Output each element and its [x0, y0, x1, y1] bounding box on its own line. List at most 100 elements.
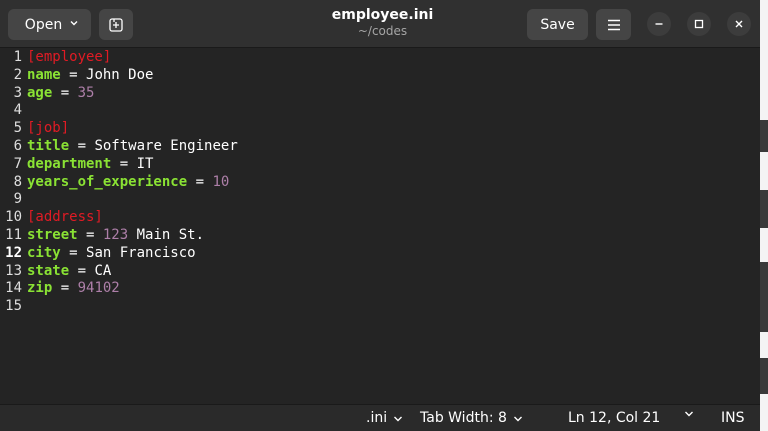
- new-tab-button[interactable]: [99, 9, 133, 40]
- line-text: street = 123 Main St.: [27, 227, 204, 245]
- maximize-button[interactable]: [687, 12, 711, 36]
- chevron-down-icon: [513, 416, 522, 421]
- line-number: 12: [5, 244, 22, 261]
- insert-mode-indicator[interactable]: INS: [721, 410, 745, 427]
- ini-key: city: [27, 244, 61, 261]
- line-number: 14: [5, 280, 22, 297]
- line-text: [employee]: [27, 49, 111, 67]
- ini-operator: =: [111, 155, 137, 172]
- cursor-position[interactable]: Ln 12, Col 21: [568, 410, 660, 427]
- open-button[interactable]: Open: [8, 9, 91, 40]
- code-line[interactable]: 10 [address]: [0, 209, 760, 227]
- line-text: department = IT: [27, 156, 153, 174]
- language-selector[interactable]: .ini: [366, 410, 403, 427]
- line-text: [address]: [27, 209, 103, 227]
- line-text: age = 35: [27, 85, 94, 103]
- line-text: city = San Francisco: [27, 245, 196, 263]
- line-number: 10: [5, 209, 22, 226]
- minimize-icon: [655, 23, 663, 25]
- code-line[interactable]: 6 title = Software Engineer: [0, 138, 760, 156]
- save-button[interactable]: Save: [527, 9, 588, 40]
- code-line[interactable]: 7 department = IT: [0, 156, 760, 174]
- ini-operator: =: [60, 66, 87, 83]
- line-number: 15: [5, 298, 22, 315]
- text-editor-window: Open employee.ini ~/codes Save 1 [employ…: [0, 0, 760, 431]
- ini-section: [employee]: [27, 49, 112, 65]
- language-label: .ini: [366, 410, 388, 426]
- chevron-down-icon: [685, 411, 693, 417]
- background-strip: [760, 190, 768, 228]
- line-text: [job]: [27, 120, 69, 138]
- line-number: 5: [13, 120, 22, 137]
- background-strip: [760, 358, 768, 394]
- window-subtitle: ~/codes: [357, 24, 408, 38]
- ini-value: IT: [136, 155, 154, 172]
- ini-operator: =: [69, 262, 95, 279]
- ini-value: Main St.: [128, 226, 205, 243]
- hamburger-menu-icon: [607, 19, 620, 30]
- ini-operator: =: [52, 280, 78, 297]
- ini-operator: =: [60, 244, 87, 261]
- line-number: 1: [13, 49, 22, 65]
- ini-number: 10: [212, 173, 230, 190]
- code-line[interactable]: 14 zip = 94102: [0, 280, 760, 298]
- menu-button[interactable]: [596, 9, 631, 40]
- line-number: 11: [5, 226, 22, 243]
- line-number: 6: [13, 137, 22, 154]
- ini-operator: =: [187, 173, 213, 190]
- background-strip: [760, 262, 768, 332]
- ini-section: [job]: [27, 120, 70, 137]
- ini-number: 94102: [77, 280, 120, 297]
- title-area: employee.ini ~/codes: [260, 7, 505, 39]
- line-number: 13: [5, 262, 22, 279]
- code-line[interactable]: 5 [job]: [0, 120, 760, 138]
- tab-width-selector[interactable]: Tab Width: 8: [420, 410, 523, 427]
- close-button[interactable]: [727, 12, 751, 36]
- line-text: title = Software Engineer: [27, 138, 238, 156]
- code-line[interactable]: 13 state = CA: [0, 263, 760, 281]
- code-line[interactable]: 1 [employee]: [0, 49, 760, 67]
- ini-value: John Doe: [86, 66, 154, 83]
- chevron-down-icon: [70, 21, 78, 26]
- line-text: state = CA: [27, 263, 111, 281]
- ini-key: street: [27, 226, 78, 243]
- window-title: employee.ini: [331, 7, 434, 23]
- code-line[interactable]: 15: [0, 298, 760, 316]
- code-line[interactable]: 3 age = 35: [0, 85, 760, 103]
- text-area[interactable]: 1 [employee] 2 name = John Doe 3 age = 35 4 5 [j…: [0, 49, 760, 316]
- line-text: zip = 94102: [27, 280, 120, 298]
- line-number: 7: [13, 155, 22, 172]
- code-line[interactable]: 11 street = 123 Main St.: [0, 227, 760, 245]
- line-number: 3: [13, 84, 22, 101]
- ini-operator: =: [77, 226, 103, 243]
- line-number: 2: [13, 66, 22, 83]
- minimize-button[interactable]: [647, 12, 671, 36]
- code-line[interactable]: 9: [0, 191, 760, 209]
- chevron-down-icon: [394, 416, 403, 421]
- ini-number: 35: [77, 84, 95, 101]
- new-tab-icon: [109, 17, 123, 32]
- close-icon: [735, 20, 743, 28]
- code-line[interactable]: 2 name = John Doe: [0, 67, 760, 85]
- ini-operator: =: [69, 137, 95, 154]
- tab-width-label: Tab Width: 8: [420, 410, 507, 426]
- line-text: name = John Doe: [27, 67, 153, 85]
- status-bar: .ini Tab Width: 8 Ln 12, Col 21 INS: [0, 404, 760, 431]
- background-strip: [760, 120, 768, 152]
- ini-key: zip: [27, 280, 53, 297]
- open-button-label: Open: [24, 16, 63, 33]
- ini-value: Software Engineer: [94, 137, 238, 154]
- code-line[interactable]: 4: [0, 102, 760, 120]
- ini-key: title: [27, 137, 70, 154]
- ini-key: years_of_experience: [27, 173, 188, 190]
- position-dropdown[interactable]: [678, 410, 694, 418]
- ini-key: age: [27, 84, 53, 101]
- ini-value: CA: [94, 262, 112, 279]
- ini-key: department: [27, 155, 112, 172]
- line-number: 8: [13, 173, 22, 190]
- code-line[interactable]: 8 years_of_experience = 10: [0, 174, 760, 192]
- code-line[interactable]: 12 city = San Francisco: [0, 245, 760, 263]
- line-number: 9: [13, 191, 22, 208]
- background-window-edge: [760, 0, 768, 431]
- ini-operator: =: [52, 84, 78, 101]
